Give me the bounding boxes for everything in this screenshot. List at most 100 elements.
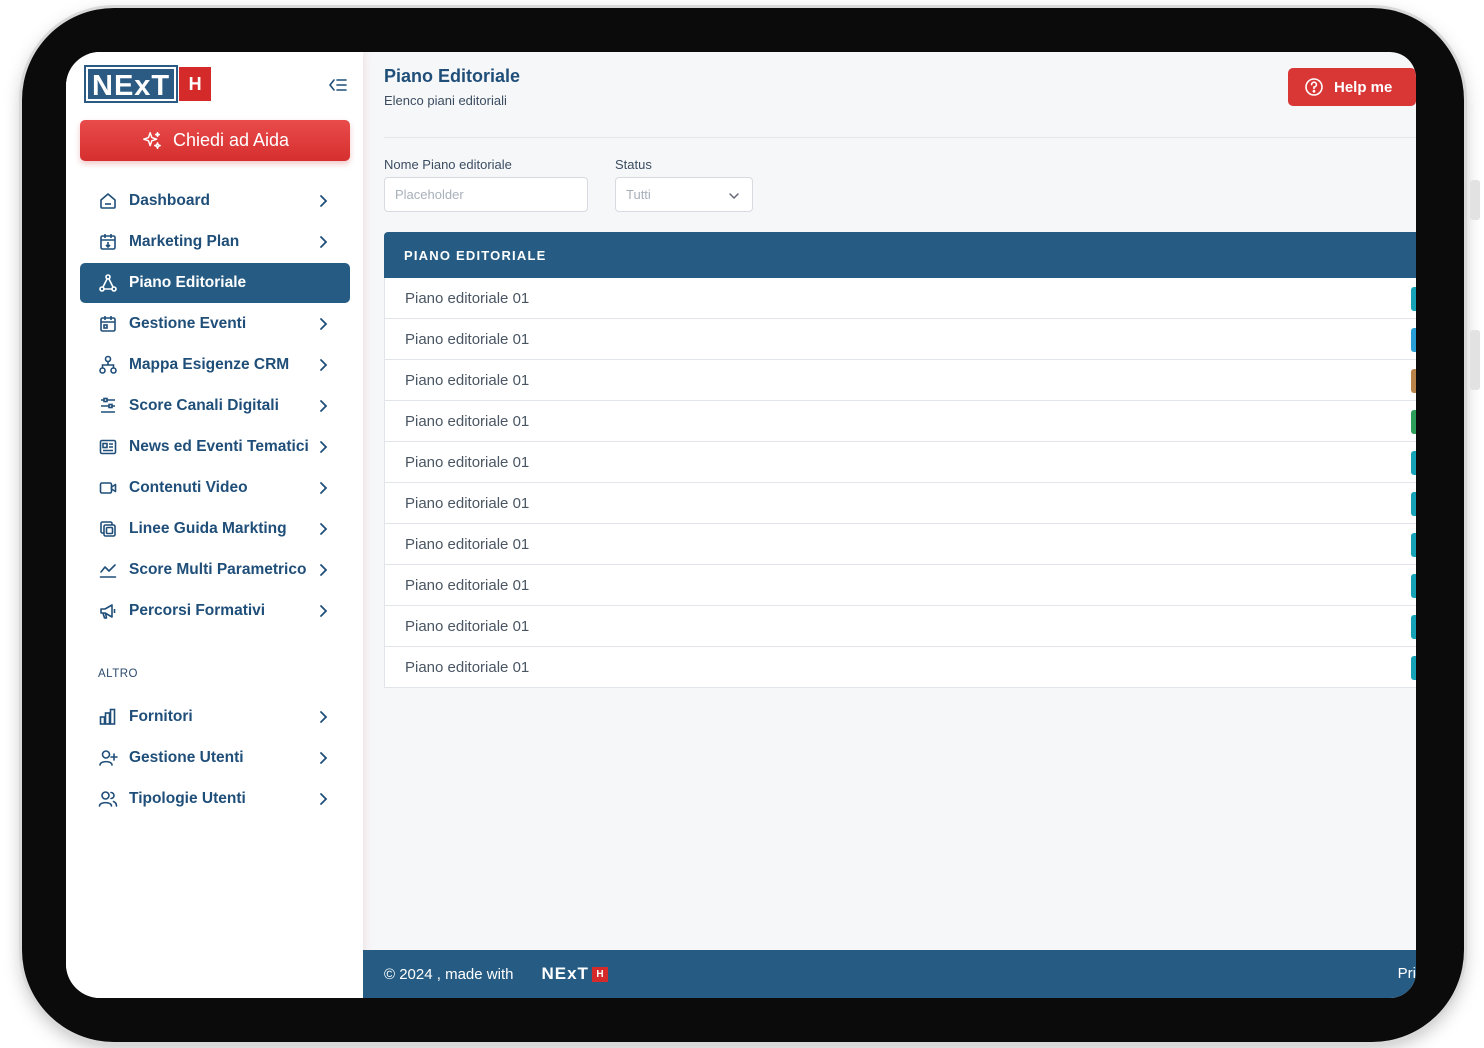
sidebar-item-gestione-utenti[interactable]: Gestione Utenti — [80, 738, 350, 778]
row-name: Piano editoriale 01 — [405, 576, 530, 594]
sidebar-item-label: Mappa Esigenze CRM — [129, 356, 290, 373]
sidebar-item-gestione-eventi[interactable]: Gestione Eventi — [80, 304, 350, 344]
chevron-right-icon — [320, 400, 328, 412]
tablet-side-button — [1470, 330, 1480, 390]
sidebar-item-marketing-plan[interactable]: Marketing Plan — [80, 222, 350, 262]
table-row[interactable]: Piano editoriale 01 — [384, 483, 1416, 524]
ask-aida-button[interactable]: Chiedi ad Aida — [80, 120, 350, 161]
sidebar-item-label: Score Multi Parametrico — [129, 561, 307, 578]
column-header-piano-editoriale[interactable]: PIANO EDITORIALE — [404, 248, 546, 263]
chevron-right-icon — [320, 523, 328, 535]
bar-chart-icon — [99, 708, 116, 725]
status-filter-value: Tutti — [626, 187, 651, 202]
logo-badge: H — [179, 67, 212, 101]
sidebar-item-label: Marketing Plan — [129, 233, 240, 250]
sidebar-item-score-canali-digitali[interactable]: Score Canali Digitali — [80, 386, 350, 426]
status-badge — [1411, 287, 1416, 311]
status-badge — [1411, 451, 1416, 475]
row-name: Piano editoriale 01 — [405, 330, 530, 348]
hierarchy-icon — [99, 355, 117, 374]
sidebar-item-piano-editoriale[interactable]: Piano Editoriale — [80, 263, 350, 303]
chevron-down-icon — [729, 193, 739, 200]
status-badge — [1411, 533, 1416, 557]
sidebar-item-fornitori[interactable]: Fornitori — [80, 697, 350, 737]
calendar-event-icon — [100, 316, 116, 332]
row-name: Piano editoriale 01 — [405, 658, 530, 676]
row-name: Piano editoriale 01 — [405, 494, 530, 512]
sidebar-item-label: Score Canali Digitali — [129, 397, 279, 414]
chevron-right-icon — [320, 359, 328, 371]
header-divider — [384, 137, 1416, 138]
table-row[interactable]: Piano editoriale 01 — [384, 524, 1416, 565]
chevron-right-icon — [320, 711, 328, 723]
table-row[interactable]: Piano editoriale 01 — [384, 606, 1416, 647]
chevron-right-icon — [320, 236, 328, 248]
main-content: Piano Editoriale Elenco piani editoriali… — [363, 52, 1416, 998]
status-filter-select[interactable]: Tutti — [615, 177, 753, 212]
table-row[interactable]: Piano editoriale 01 — [384, 360, 1416, 401]
row-name: Piano editoriale 01 — [405, 617, 530, 635]
status-badge — [1411, 615, 1416, 639]
sidebar-item-news-eventi-tematici[interactable]: News ed Eventi Tematici — [80, 427, 350, 467]
footer-copyright: © 2024 , made with — [384, 965, 514, 983]
table-row[interactable]: Piano editoriale 01 — [384, 278, 1416, 319]
sparkles-icon — [142, 131, 161, 149]
chevron-right-icon — [320, 441, 328, 453]
name-filter-input[interactable] — [384, 177, 588, 212]
table-row[interactable]: Piano editoriale 01 — [384, 565, 1416, 606]
row-name: Piano editoriale 01 — [405, 289, 530, 307]
copy-icon — [100, 521, 116, 537]
question-circle-icon — [1305, 78, 1323, 96]
page-title: Piano Editoriale — [384, 66, 521, 86]
sidebar-item-linee-guida-markting[interactable]: Linee Guida Markting — [80, 509, 350, 549]
status-badge — [1411, 410, 1416, 434]
megaphone-icon — [100, 604, 116, 619]
sidebar-item-contenuti-video[interactable]: Contenuti Video — [80, 468, 350, 508]
table-row[interactable]: Piano editoriale 01 — [384, 401, 1416, 442]
footer-link[interactable]: Pri — [1398, 965, 1416, 982]
sidebar-item-label: Tipologie Utenti — [129, 790, 246, 807]
video-icon — [99, 482, 117, 494]
ask-aida-label: Chiedi ad Aida — [172, 130, 290, 150]
status-badge — [1411, 574, 1416, 598]
app-screen: NExT H Chiedi ad Aida Dashboard Marketin… — [66, 52, 1416, 998]
sidebar-item-dashboard[interactable]: Dashboard — [80, 181, 350, 221]
table-row[interactable]: Piano editoriale 01 — [384, 319, 1416, 360]
sidebar-item-mappa-esigenze-crm[interactable]: Mappa Esigenze CRM — [80, 345, 350, 385]
calendar-icon — [100, 234, 116, 250]
footer-logo: NExT H — [541, 964, 608, 984]
chevron-right-icon — [320, 605, 328, 617]
sidebar-item-label: Gestione Eventi — [129, 315, 247, 332]
page-footer: © 2024 , made with NExT H Pri — [363, 950, 1416, 998]
chevron-right-icon — [320, 195, 328, 207]
sidebar-item-label: Piano Editoriale — [129, 274, 247, 291]
collapse-sidebar-icon[interactable] — [328, 75, 348, 95]
chevron-right-icon — [320, 564, 328, 576]
network-icon — [99, 274, 117, 292]
row-name: Piano editoriale 01 — [405, 453, 530, 471]
chevron-right-icon — [320, 318, 328, 330]
sidebar-item-percorsi-formativi[interactable]: Percorsi Formativi — [80, 591, 350, 631]
sidebar-item-label: Gestione Utenti — [129, 749, 244, 766]
editorial-plans-table: PIANO EDITORIALE Piano editoriale 01 Pia… — [384, 232, 1416, 688]
chevron-right-icon — [320, 793, 328, 805]
chevron-right-icon — [320, 752, 328, 764]
sidebar-item-score-multi-parametrico[interactable]: Score Multi Parametrico — [80, 550, 350, 590]
status-badge — [1411, 492, 1416, 516]
logo-text: NExT — [83, 65, 179, 103]
sliders-icon — [101, 397, 115, 413]
help-me-label: Help me — [1334, 78, 1393, 96]
page-subtitle: Elenco piani editoriali — [384, 93, 507, 108]
chevron-right-icon — [320, 482, 328, 494]
status-badge — [1411, 369, 1416, 393]
tablet-side-button — [1470, 180, 1480, 220]
brand-logo[interactable]: NExT H — [83, 65, 212, 103]
status-filter-label: Status — [615, 157, 652, 172]
table-row[interactable]: Piano editoriale 01 — [384, 647, 1416, 688]
sidebar: NExT H Chiedi ad Aida Dashboard Marketin… — [66, 52, 363, 998]
table-row[interactable]: Piano editoriale 01 — [384, 442, 1416, 483]
sidebar-item-tipologie-utenti[interactable]: Tipologie Utenti — [80, 779, 350, 819]
status-badge — [1411, 656, 1416, 680]
help-me-button[interactable]: Help me — [1288, 68, 1416, 106]
row-name: Piano editoriale 01 — [405, 412, 530, 430]
